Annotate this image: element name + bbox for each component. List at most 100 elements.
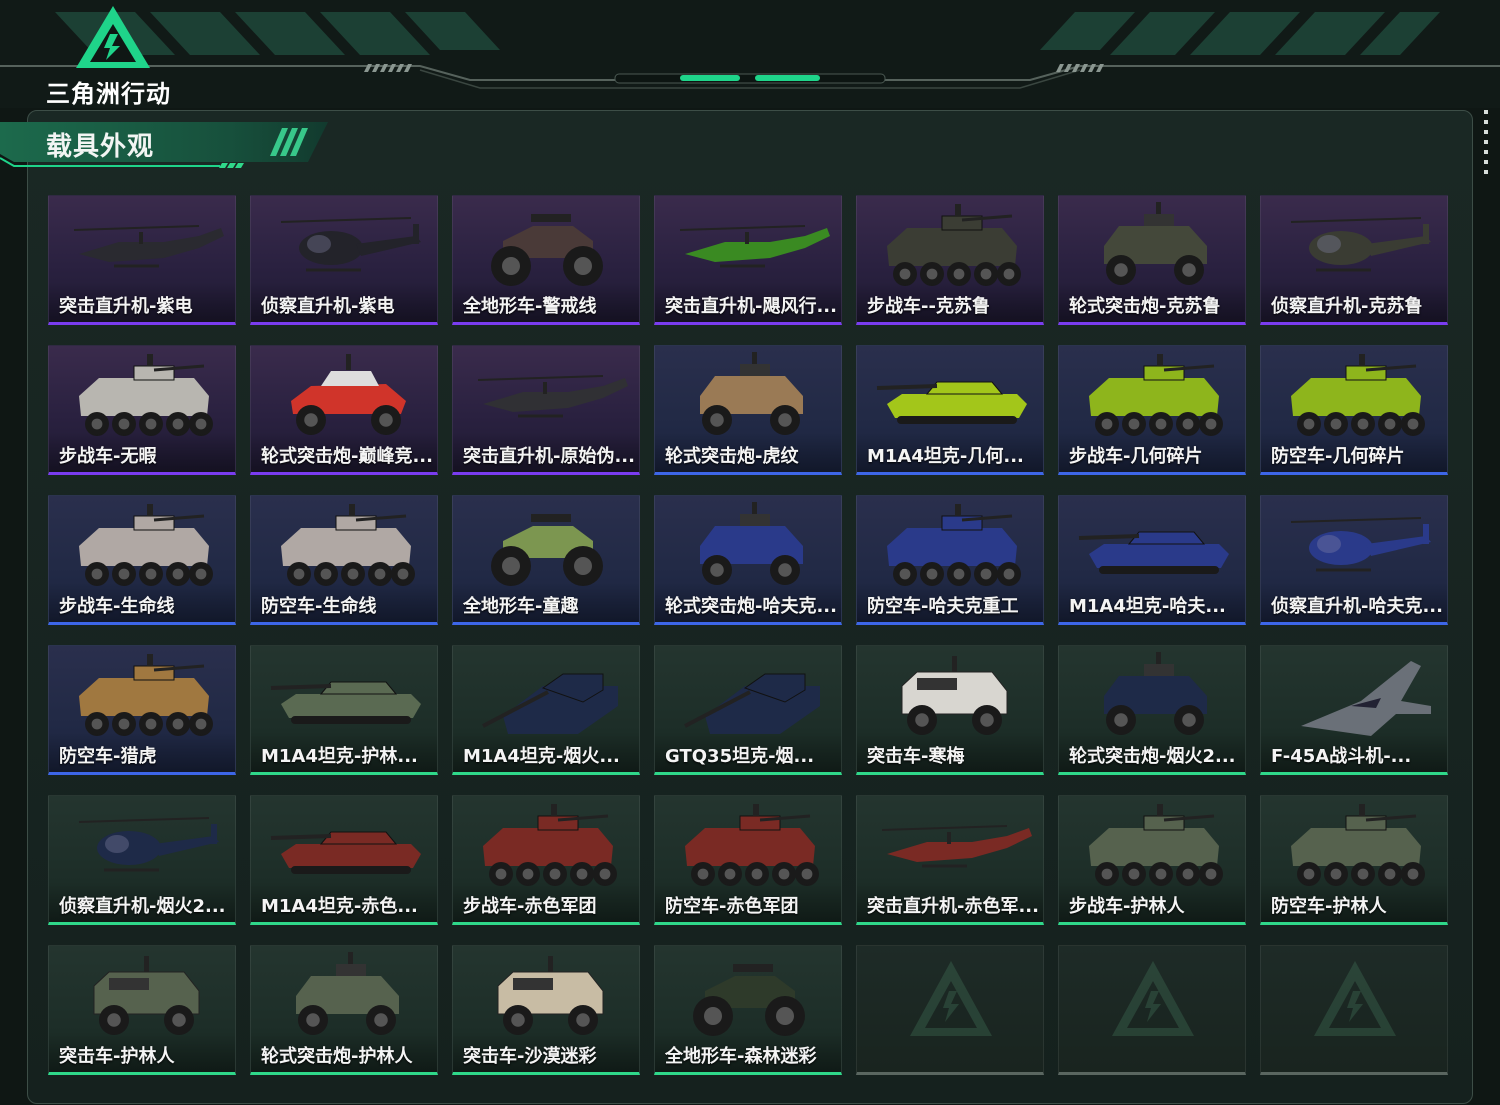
vehicle-skin-card[interactable]: 突击直升机-原始伪... bbox=[452, 345, 640, 475]
vehicle-image bbox=[78, 817, 219, 872]
vehicle-skin-name: 防空车-几何碎片 bbox=[1271, 446, 1405, 467]
vehicle-image bbox=[497, 956, 604, 1035]
vehicle-skin-name: 轮式突击炮-哈夫克... bbox=[665, 596, 837, 617]
vehicle-skin-card[interactable]: 轮式突击炮-烟火2... bbox=[1058, 645, 1246, 775]
vehicle-skin-card[interactable]: 防空车-几何碎片 bbox=[1260, 345, 1448, 475]
vehicle-image bbox=[1290, 517, 1431, 572]
game-logo: 三角洲行动 bbox=[38, 4, 188, 108]
vehicle-skin-card[interactable]: 全地形车-森林迷彩 bbox=[654, 945, 842, 1075]
vehicle-skin-name: 轮式突击炮-巅峰竞... bbox=[261, 446, 433, 467]
vehicle-skin-name: 步战车-生命线 bbox=[59, 596, 175, 617]
vehicle-image bbox=[1290, 217, 1431, 272]
vehicle-skin-card[interactable]: 步战车-无暇 bbox=[48, 345, 236, 475]
delta-watermark-icon bbox=[1112, 961, 1194, 1036]
vehicle-skin-card[interactable]: 防空车-生命线 bbox=[250, 495, 438, 625]
vehicle-skin-card[interactable]: 轮式突击炮-虎纹 bbox=[654, 345, 842, 475]
vehicle-skin-name: M1A4坦克-赤色... bbox=[261, 896, 418, 917]
vehicle-skin-name: 突击直升机-原始伪... bbox=[463, 446, 635, 467]
brand-name: 三角洲行动 bbox=[46, 80, 171, 108]
vehicle-skin-name: 防空车-哈夫克重工 bbox=[867, 596, 1019, 617]
vehicle-skin-name: 轮式突击炮-护林人 bbox=[261, 1046, 413, 1067]
vehicle-skin-name: 突击直升机-紫电 bbox=[59, 296, 193, 317]
vehicle-image bbox=[693, 964, 805, 1036]
vehicle-image bbox=[280, 217, 421, 272]
vehicle-skin-card[interactable]: 轮式突击炮-护林人 bbox=[250, 945, 438, 1075]
vehicle-image bbox=[1078, 531, 1229, 574]
vehicle-image bbox=[1089, 804, 1223, 886]
vehicle-skin-name: 侦察直升机-克苏鲁 bbox=[1271, 296, 1423, 317]
vehicle-skin-card[interactable]: 突击直升机-赤色军... bbox=[856, 795, 1044, 925]
vehicle-skin-card[interactable]: 步战车-几何碎片 bbox=[1058, 345, 1246, 475]
vehicle-skin-card[interactable]: 防空车-哈夫克重工 bbox=[856, 495, 1044, 625]
vehicle-skin-card[interactable]: 侦察直升机-克苏鲁 bbox=[1260, 195, 1448, 325]
vehicle-skin-card[interactable]: 防空车-赤色军团 bbox=[654, 795, 842, 925]
empty-slot bbox=[1260, 945, 1448, 1075]
vehicle-skin-card[interactable]: 步战车--克苏鲁 bbox=[856, 195, 1044, 325]
scroll-indicator[interactable] bbox=[1484, 110, 1488, 180]
vehicle-skin-card[interactable]: 全地形车-童趣 bbox=[452, 495, 640, 625]
vehicle-skin-card[interactable]: 防空车-护林人 bbox=[1260, 795, 1448, 925]
vehicle-image bbox=[79, 354, 213, 436]
vehicle-image bbox=[270, 681, 421, 724]
vehicle-image bbox=[79, 504, 213, 586]
vehicle-image bbox=[1301, 661, 1431, 736]
vehicle-image bbox=[73, 225, 224, 268]
delta-logo-icon bbox=[76, 6, 150, 68]
vehicle-image bbox=[270, 831, 421, 874]
vehicle-skin-card[interactable]: M1A4坦克-赤色... bbox=[250, 795, 438, 925]
vehicle-skin-name: 侦察直升机-紫电 bbox=[261, 296, 395, 317]
vehicle-skin-card[interactable]: 侦察直升机-哈夫克... bbox=[1260, 495, 1448, 625]
vehicle-skin-card[interactable]: 防空车-猎虎 bbox=[48, 645, 236, 775]
vehicle-image bbox=[684, 673, 820, 734]
vehicle-skin-name: 突击直升机-赤色军... bbox=[867, 896, 1039, 917]
vehicle-skin-card[interactable]: 轮式突击炮-巅峰竞... bbox=[250, 345, 438, 475]
vehicle-skin-name: M1A4坦克-烟火... bbox=[463, 746, 620, 767]
vehicle-skin-name: 侦察直升机-烟火2... bbox=[59, 896, 226, 917]
vehicle-image bbox=[887, 204, 1021, 286]
vehicle-skin-name: 突击直升机-飓风行... bbox=[665, 296, 837, 317]
vehicle-skin-card[interactable]: 轮式突击炮-哈夫克... bbox=[654, 495, 842, 625]
vehicle-skin-name: 突击车-沙漠迷彩 bbox=[463, 1046, 597, 1067]
vehicle-image bbox=[881, 825, 1032, 868]
vehicle-skin-card[interactable]: 步战车-护林人 bbox=[1058, 795, 1246, 925]
vehicle-skin-card[interactable]: GTQ35坦克-烟... bbox=[654, 645, 842, 775]
vehicle-skin-name: 步战车-赤色军团 bbox=[463, 896, 597, 917]
vehicle-skin-card[interactable]: 突击车-沙漠迷彩 bbox=[452, 945, 640, 1075]
vehicle-skin-name: 轮式突击炮-烟火2... bbox=[1069, 746, 1236, 767]
vehicle-image bbox=[1104, 652, 1207, 735]
vehicle-image bbox=[477, 375, 628, 418]
vehicle-image bbox=[296, 952, 399, 1035]
vehicle-skin-card[interactable]: 步战车-生命线 bbox=[48, 495, 236, 625]
vehicle-skin-card[interactable]: F-45A战斗机-... bbox=[1260, 645, 1448, 775]
vehicle-image bbox=[281, 504, 415, 586]
vehicle-skin-card[interactable]: M1A4坦克-几何... bbox=[856, 345, 1044, 475]
vehicle-skin-card[interactable]: 轮式突击炮-克苏鲁 bbox=[1058, 195, 1246, 325]
vehicle-skin-name: 防空车-赤色军团 bbox=[665, 896, 799, 917]
vehicle-image bbox=[491, 214, 603, 286]
vehicle-skin-name: M1A4坦克-哈夫... bbox=[1069, 596, 1226, 617]
vehicle-skin-card[interactable]: M1A4坦克-哈夫... bbox=[1058, 495, 1246, 625]
vehicle-skin-card[interactable]: 侦察直升机-紫电 bbox=[250, 195, 438, 325]
vehicle-skin-name: 轮式突击炮-虎纹 bbox=[665, 446, 799, 467]
vehicle-skin-card[interactable]: 突击车-寒梅 bbox=[856, 645, 1044, 775]
vehicle-image bbox=[483, 804, 617, 886]
header-bar bbox=[0, 0, 1500, 108]
vehicle-image bbox=[1089, 354, 1223, 436]
vehicle-skin-card[interactable]: M1A4坦克-护林... bbox=[250, 645, 438, 775]
vehicle-image bbox=[482, 673, 618, 734]
vehicle-image bbox=[291, 354, 406, 435]
vehicle-skin-name: 全地形车-警戒线 bbox=[463, 296, 597, 317]
vehicle-skin-card[interactable]: 突击直升机-紫电 bbox=[48, 195, 236, 325]
delta-watermark-icon bbox=[910, 961, 992, 1036]
vehicle-skin-name: 突击车-寒梅 bbox=[867, 746, 965, 767]
vehicle-image bbox=[700, 502, 803, 585]
vehicle-skin-name: 全地形车-童趣 bbox=[463, 596, 579, 617]
vehicle-skin-card[interactable]: 步战车-赤色军团 bbox=[452, 795, 640, 925]
vehicle-skin-name: 步战车-护林人 bbox=[1069, 896, 1185, 917]
vehicle-skin-card[interactable]: 突击直升机-飓风行... bbox=[654, 195, 842, 325]
vehicle-skin-card[interactable]: 突击车-护林人 bbox=[48, 945, 236, 1075]
vehicle-skin-card[interactable]: M1A4坦克-烟火... bbox=[452, 645, 640, 775]
vehicle-skin-grid: 突击直升机-紫电 侦察直升机-紫电 全地形车-警戒线 突击直升机-飓风行... … bbox=[48, 195, 1458, 1085]
vehicle-skin-card[interactable]: 全地形车-警戒线 bbox=[452, 195, 640, 325]
vehicle-skin-card[interactable]: 侦察直升机-烟火2... bbox=[48, 795, 236, 925]
